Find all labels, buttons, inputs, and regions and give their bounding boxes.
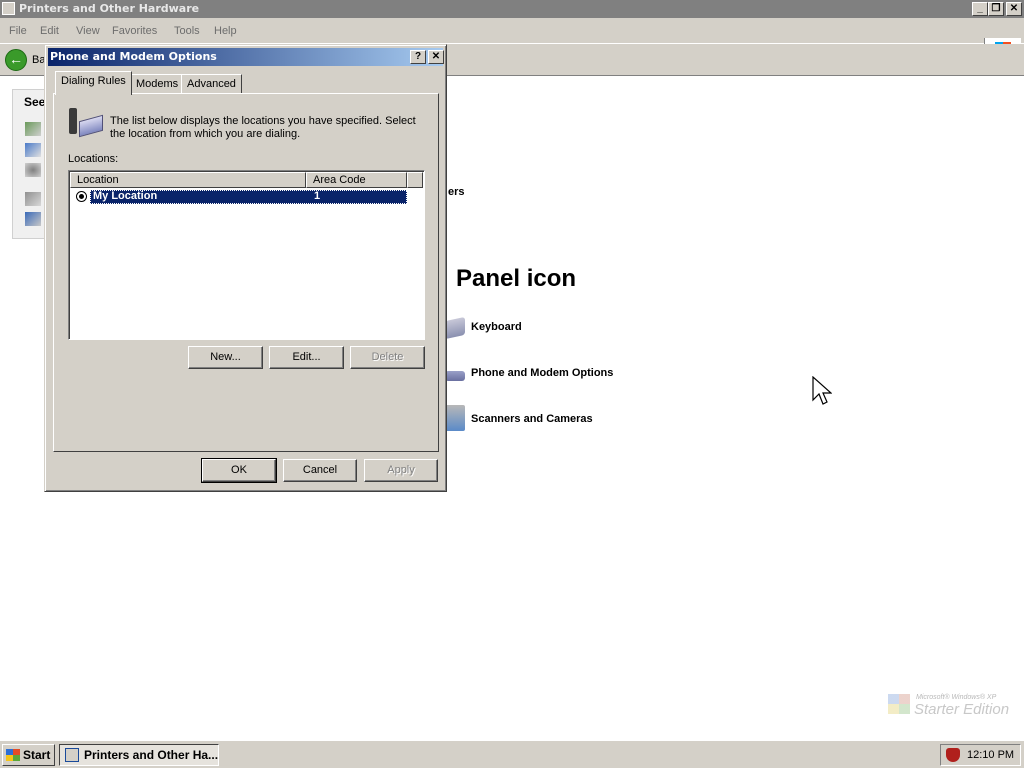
cp-item-keyboard[interactable]: Keyboard	[445, 316, 645, 340]
cp-item-label: Keyboard	[471, 321, 522, 333]
new-button[interactable]: New...	[188, 346, 263, 369]
menu-view[interactable]: View	[76, 25, 100, 37]
menu-tools[interactable]: Tools	[174, 25, 200, 37]
help-button[interactable]: ?	[410, 50, 426, 64]
taskbar-item-printers[interactable]: Printers and Other Ha...	[59, 744, 219, 766]
phone-modem-icon	[445, 371, 465, 381]
sounds-icon[interactable]	[25, 163, 41, 177]
windows-flag-icon	[6, 749, 20, 761]
content-fragment: ers	[448, 186, 465, 198]
start-button[interactable]: Start	[2, 744, 55, 766]
menu-bar: File Edit View Favorites Tools Help	[0, 18, 1024, 60]
starter-edition-watermark: Microsoft® Windows® XP Starter Edition	[888, 690, 1018, 722]
cp-item-label: Phone and Modem Options	[471, 367, 614, 379]
cp-item-phone-modem[interactable]: Phone and Modem Options	[445, 363, 645, 385]
menu-favorites[interactable]: Favorites	[112, 25, 157, 37]
folder-icon	[65, 748, 79, 762]
default-location-radio-icon[interactable]	[76, 191, 87, 202]
clock[interactable]: 12:10 PM	[967, 749, 1014, 761]
back-button[interactable]: ←	[5, 49, 27, 71]
menu-help[interactable]: Help	[214, 25, 237, 37]
phone-location-icon	[67, 108, 103, 138]
menu-file[interactable]: File	[9, 25, 27, 37]
windows-logo-icon	[888, 694, 910, 714]
ok-button[interactable]: OK	[201, 458, 277, 483]
folder-icon	[2, 2, 15, 15]
column-header-location[interactable]: Location	[70, 172, 306, 188]
cancel-button[interactable]: Cancel	[283, 459, 357, 482]
restore-button[interactable]: ❐	[988, 2, 1004, 16]
cp-item-scanners[interactable]: Scanners and Cameras	[445, 405, 645, 431]
system-icon[interactable]	[25, 192, 41, 206]
dialog-close-button[interactable]: ✕	[428, 50, 444, 64]
tab-modems[interactable]: Modems	[130, 74, 185, 94]
tab-advanced[interactable]: Advanced	[181, 74, 242, 94]
delete-button[interactable]: Delete	[350, 346, 425, 369]
see-also-heading: See	[24, 95, 46, 109]
back-arrow-icon: ←	[9, 51, 23, 67]
panel-heading: Panel icon	[456, 265, 577, 292]
mouse-cursor-icon	[812, 376, 832, 405]
keyboard-icon	[445, 316, 465, 340]
watermark-line1: Microsoft® Windows® XP	[916, 694, 997, 701]
menu-edit[interactable]: Edit	[40, 25, 59, 37]
minimize-button[interactable]: _	[972, 2, 988, 16]
taskbar-item-label: Printers and Other Ha...	[84, 748, 219, 762]
column-header-area-code[interactable]: Area Code	[306, 172, 407, 188]
start-label: Start	[23, 748, 51, 762]
column-header-filler	[407, 172, 423, 188]
scanner-camera-icon	[445, 405, 465, 431]
taskbar: Start Printers and Other Ha... 12:10 PM	[0, 740, 1024, 768]
dialog-title: Phone and Modem Options	[50, 50, 217, 63]
locations-label: Locations:	[68, 153, 119, 165]
area-code-cell: 1	[314, 190, 321, 202]
watermark-line2: Starter Edition	[914, 701, 1010, 718]
display-icon[interactable]	[25, 143, 41, 157]
explorer-title-bar[interactable]: Printers and Other Hardware _ ❐ ✕	[0, 0, 1024, 18]
apply-button[interactable]: Apply	[364, 459, 438, 482]
system-tray: 12:10 PM	[940, 744, 1021, 766]
cp-item-label: Scanners and Cameras	[471, 413, 593, 425]
location-cell: My Location	[93, 190, 158, 202]
add-hardware-icon[interactable]	[25, 122, 41, 136]
edit-button[interactable]: Edit...	[269, 346, 344, 369]
explorer-title: Printers and Other Hardware	[19, 2, 200, 15]
security-shield-icon[interactable]	[946, 748, 960, 762]
close-icon[interactable]: ✕	[1006, 2, 1022, 16]
dialog-description: The list below displays the locations yo…	[110, 115, 416, 140]
network-icon[interactable]	[25, 212, 41, 226]
table-row[interactable]: My Location 1	[90, 190, 407, 204]
dialog-title-bar[interactable]: Phone and Modem Options ? ✕	[48, 48, 444, 66]
tab-dialing-rules[interactable]: Dialing Rules	[55, 71, 132, 95]
